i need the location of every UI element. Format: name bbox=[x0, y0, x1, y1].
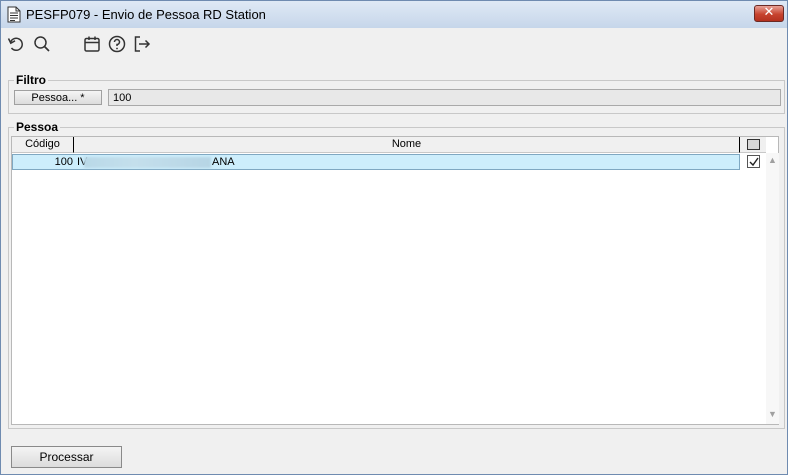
calendar-icon bbox=[84, 36, 100, 52]
pessoa-input[interactable]: 100 bbox=[108, 89, 781, 106]
refresh-button[interactable] bbox=[6, 34, 28, 56]
refresh-icon bbox=[7, 37, 23, 52]
help-button[interactable] bbox=[107, 34, 129, 56]
filter-legend: Filtro bbox=[14, 73, 48, 87]
cell-codigo: 100 bbox=[54, 156, 73, 168]
filter-group: Filtro Pessoa... * 100 bbox=[8, 73, 785, 114]
title-bar: PESFP079 - Envio de Pessoa RD Station ✕ bbox=[1, 1, 787, 28]
calendar-button[interactable] bbox=[82, 34, 104, 56]
document-icon bbox=[7, 6, 21, 23]
processar-button[interactable]: Processar bbox=[11, 446, 122, 468]
checkmark-icon bbox=[749, 157, 759, 167]
column-header-nome[interactable]: Nome bbox=[74, 137, 740, 153]
pessoa-lookup-button[interactable]: Pessoa... * bbox=[14, 90, 102, 105]
close-button[interactable]: ✕ bbox=[754, 5, 784, 22]
exit-button[interactable] bbox=[132, 34, 154, 56]
help-icon bbox=[108, 35, 126, 53]
search-button[interactable] bbox=[32, 34, 54, 56]
column-header-select-all[interactable] bbox=[740, 137, 766, 153]
table-row[interactable]: 100 IV ANA bbox=[12, 154, 740, 170]
redacted-name bbox=[84, 157, 211, 168]
select-all-checkbox[interactable] bbox=[747, 139, 760, 150]
window-title: PESFP079 - Envio de Pessoa RD Station bbox=[26, 7, 266, 22]
column-header-codigo[interactable]: Código bbox=[12, 137, 74, 153]
chevron-down-icon[interactable]: ▼ bbox=[766, 409, 779, 421]
row-checkbox[interactable] bbox=[747, 155, 760, 168]
toolbar bbox=[1, 28, 787, 64]
chevron-up-icon[interactable]: ▲ bbox=[766, 155, 779, 167]
exit-icon bbox=[134, 36, 151, 52]
pessoa-grid: Código Nome 100 IV ANA ▲ ▼ bbox=[11, 136, 779, 425]
main-window: PESFP079 - Envio de Pessoa RD Station ✕ bbox=[0, 0, 788, 475]
cell-nome-end: ANA bbox=[212, 156, 235, 168]
search-icon bbox=[34, 36, 50, 52]
close-icon: ✕ bbox=[763, 5, 775, 20]
pessoa-legend: Pessoa bbox=[14, 120, 61, 134]
pessoa-group: Pessoa Código Nome 100 IV ANA ▲ ▼ bbox=[8, 120, 785, 429]
vertical-scrollbar[interactable]: ▲ ▼ bbox=[766, 153, 779, 424]
